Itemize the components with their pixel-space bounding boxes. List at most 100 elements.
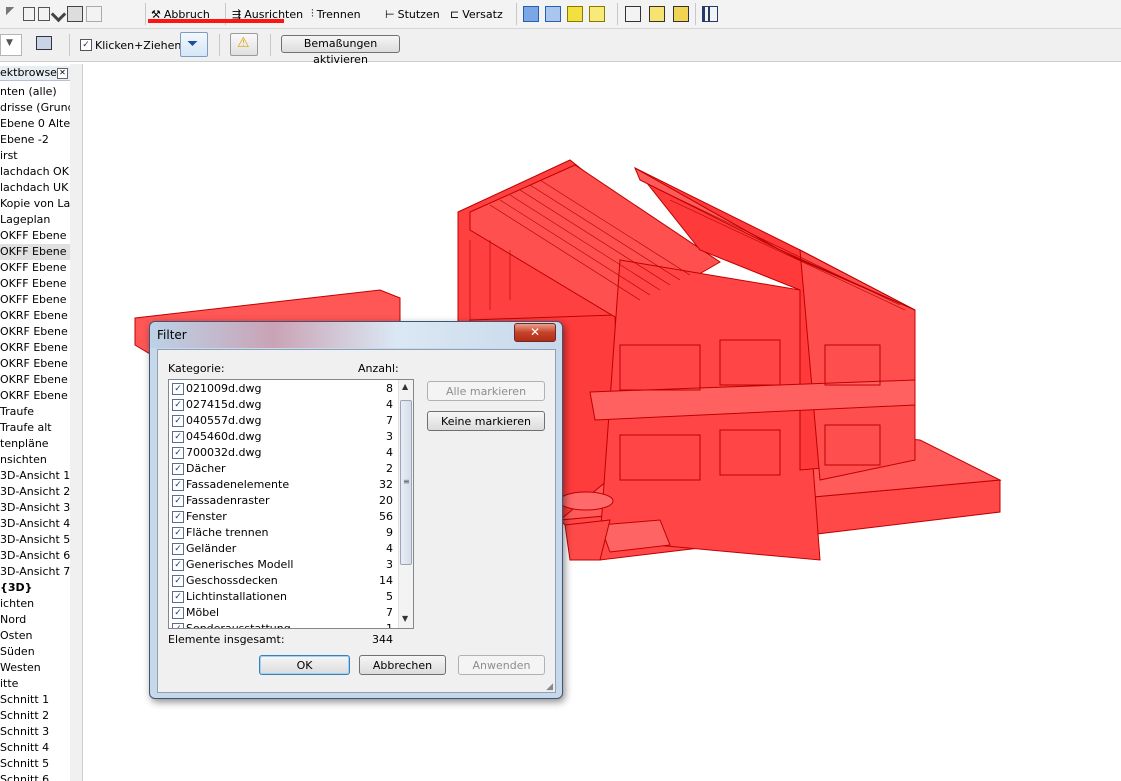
category-checkbox[interactable]: ✓ xyxy=(172,383,184,395)
category-row[interactable]: ✓ Sonderausstattung 1 xyxy=(169,621,398,628)
box-tool-icon[interactable] xyxy=(67,6,83,22)
category-list[interactable]: ✓ 021009d.dwg 8 ✓ 027415d.dwg 4 ✓ 040557d.dwg 7 ✓… xyxy=(168,379,414,629)
project-browser-item[interactable]: OKRF Ebene 2 xyxy=(0,340,70,356)
project-browser-item[interactable]: {3D} xyxy=(0,580,32,596)
project-browser-item[interactable]: OKFF Ebene 1 xyxy=(0,244,70,260)
dialog-titlebar[interactable]: Filter ✕ xyxy=(150,322,562,348)
project-browser-item[interactable]: 3D-Ansicht 4 xyxy=(0,516,70,532)
category-checkbox[interactable]: ✓ xyxy=(172,431,184,443)
category-row[interactable]: ✓ Möbel 7 xyxy=(169,605,398,621)
project-browser-item[interactable]: 3D-Ansicht 6 xyxy=(0,548,70,564)
paint-tool-icon[interactable] xyxy=(50,6,67,22)
category-checkbox[interactable]: ✓ xyxy=(172,447,184,459)
mirror-icon[interactable] xyxy=(673,6,689,22)
category-checkbox[interactable]: ✓ xyxy=(172,463,184,475)
category-row[interactable]: ✓ Geschossdecken 14 xyxy=(169,573,398,589)
project-browser-item[interactable]: Ebene 0 Alterna xyxy=(0,116,70,132)
project-browser-item[interactable]: Ebene -2 xyxy=(0,132,49,148)
project-browser-item[interactable]: lachdach OK xyxy=(0,164,69,180)
project-browser-item[interactable]: Süden xyxy=(0,644,35,660)
category-row[interactable]: ✓ 027415d.dwg 4 xyxy=(169,397,398,413)
category-checkbox[interactable]: ✓ xyxy=(172,527,184,539)
project-browser-item[interactable]: 3D-Ansicht 1 xyxy=(0,468,70,484)
scroll-up-icon[interactable]: ▲ xyxy=(402,382,408,391)
project-browser-item[interactable]: irst xyxy=(0,148,18,164)
project-browser-item[interactable]: tenpläne xyxy=(0,436,49,452)
close-button[interactable]: ✕ xyxy=(514,323,556,342)
unlink-icon[interactable] xyxy=(589,6,605,22)
warnings-button[interactable]: ⚠ xyxy=(230,33,258,56)
project-browser-item[interactable]: OKFF Ebene 3 xyxy=(0,260,70,276)
category-row[interactable]: ✓ Dächer 2 xyxy=(169,461,398,477)
select-all-button[interactable]: Alle markieren xyxy=(427,381,545,401)
category-row[interactable]: ✓ 040557d.dwg 7 xyxy=(169,413,398,429)
project-browser-item[interactable]: Schnitt 3 xyxy=(0,724,49,740)
wall-tool-icon[interactable] xyxy=(86,6,102,22)
properties-icon[interactable] xyxy=(34,34,52,52)
project-browser-item[interactable]: Schnitt 4 xyxy=(0,740,49,756)
category-checkbox[interactable]: ✓ xyxy=(172,399,184,411)
paste-tool-icon[interactable] xyxy=(38,7,50,21)
project-browser-item[interactable]: OKRF Ebene - xyxy=(0,388,70,404)
project-browser-item[interactable]: Traufe xyxy=(0,404,34,420)
project-browser-item[interactable]: OKRF Ebene 1 xyxy=(0,324,70,340)
activate-dimensions-button[interactable]: Bemaßungen aktivieren xyxy=(281,35,400,66)
project-browser-item[interactable]: nten (alle) xyxy=(0,84,57,100)
project-browser-item[interactable]: OKRF Ebene 4 xyxy=(0,372,70,388)
checkbox[interactable]: ✓ xyxy=(80,39,92,51)
category-row[interactable]: ✓ 700032d.dwg 4 xyxy=(169,445,398,461)
category-row[interactable]: ✓ Fassadenelemente 32 xyxy=(169,477,398,493)
apply-button[interactable]: Anwenden xyxy=(458,655,545,675)
rotate-icon[interactable] xyxy=(649,6,665,22)
project-browser-item[interactable]: OKFF Ebene - xyxy=(0,292,70,308)
ungroup-icon[interactable] xyxy=(545,6,561,22)
project-browser-item[interactable]: Schnitt 2 xyxy=(0,708,49,724)
project-browser-item[interactable]: Traufe alt xyxy=(0,420,52,436)
category-checkbox[interactable]: ✓ xyxy=(172,559,184,571)
project-browser-item[interactable]: OKFF Ebene 0 xyxy=(0,228,70,244)
category-row[interactable]: ✓ Fenster 56 xyxy=(169,509,398,525)
project-browser-item[interactable]: Schnitt 6 xyxy=(0,772,49,781)
category-row[interactable]: ✓ Fassadenraster 20 xyxy=(169,493,398,509)
project-browser-item[interactable]: nsichten xyxy=(0,452,47,468)
category-checkbox[interactable]: ✓ xyxy=(172,479,184,491)
project-browser-item[interactable]: OKRF Ebene 0 xyxy=(0,308,70,324)
offset-button[interactable]: ⊏ Versatz xyxy=(450,3,503,25)
list-scrollbar[interactable]: ▲ ≡ ▼ xyxy=(398,380,413,628)
type-selector-dropdown[interactable]: ▼ xyxy=(0,34,22,56)
resize-grip-icon[interactable]: ◢ xyxy=(546,682,553,692)
measure-tool[interactable] xyxy=(702,3,718,25)
category-row[interactable]: ✓ Lichtinstallationen 5 xyxy=(169,589,398,605)
category-row[interactable]: ✓ Fläche trennen 9 xyxy=(169,525,398,541)
move-icon[interactable] xyxy=(625,6,641,22)
project-browser-item[interactable]: Schnitt 5 xyxy=(0,756,49,772)
project-browser-item[interactable]: ichten xyxy=(0,596,34,612)
project-browser-item[interactable]: 3D-Ansicht 7 xyxy=(0,564,70,580)
scroll-down-icon[interactable]: ▼ xyxy=(402,614,408,623)
project-browser-item[interactable]: 3D-Ansicht 3 xyxy=(0,500,70,516)
category-checkbox[interactable]: ✓ xyxy=(172,607,184,619)
project-browser-item[interactable]: Schnitt 1 xyxy=(0,692,49,708)
project-browser-item[interactable]: Westen xyxy=(0,660,41,676)
project-browser-item[interactable]: Kopie von Lage xyxy=(0,196,70,212)
category-row[interactable]: ✓ 021009d.dwg 8 xyxy=(169,381,398,397)
select-tool-icon[interactable] xyxy=(6,7,20,21)
project-browser-item[interactable]: Osten xyxy=(0,628,32,644)
project-browser-item[interactable]: OKFF Ebene 4 xyxy=(0,276,70,292)
category-row[interactable]: ✓ Geländer 4 xyxy=(169,541,398,557)
project-browser-item[interactable]: OKRF Ebene 3 xyxy=(0,356,70,372)
filter-button[interactable]: ⏷ xyxy=(180,32,208,57)
category-row[interactable]: ✓ 045460d.dwg 3 xyxy=(169,429,398,445)
group-icon[interactable] xyxy=(523,6,539,22)
category-checkbox[interactable]: ✓ xyxy=(172,543,184,555)
category-row[interactable]: ✓ Generisches Modell 3 xyxy=(169,557,398,573)
category-checkbox[interactable]: ✓ xyxy=(172,511,184,523)
category-checkbox[interactable]: ✓ xyxy=(172,495,184,507)
project-browser-scrollbar[interactable] xyxy=(70,64,83,781)
category-checkbox[interactable]: ✓ xyxy=(172,591,184,603)
project-browser-item[interactable]: drisse (Grundris xyxy=(0,100,70,116)
link-icon[interactable] xyxy=(567,6,583,22)
close-icon[interactable]: ✕ xyxy=(57,68,68,79)
project-browser-item[interactable]: lachdach UK xyxy=(0,180,68,196)
scrollbar-thumb[interactable]: ≡ xyxy=(400,400,412,565)
